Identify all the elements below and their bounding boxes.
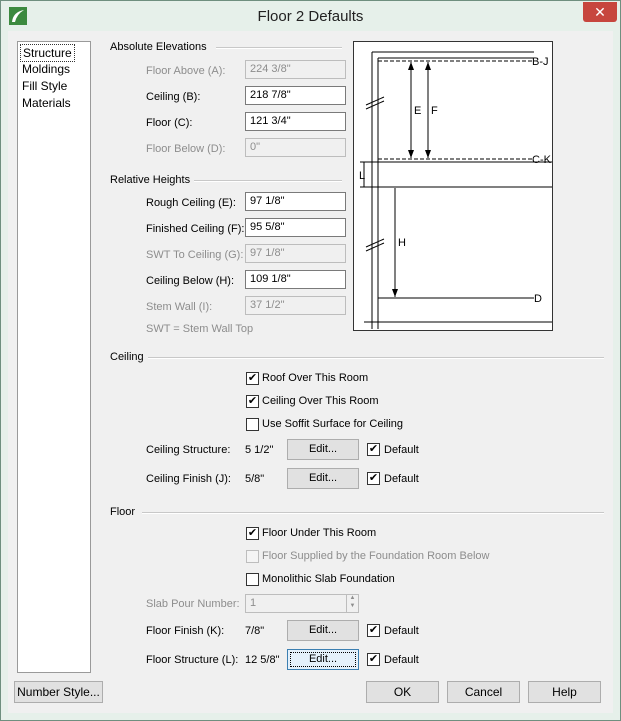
spin-up-icon: ▲ — [349, 595, 356, 601]
ceiling-over-check-icon: ✔ — [247, 395, 258, 407]
nav-item-structure[interactable]: Structure — [20, 44, 75, 62]
floor-structure-label: Floor Structure (L): — [146, 654, 239, 666]
absolute-elevations-heading: Absolute Elevations — [110, 41, 207, 53]
roof-over-label: Roof Over This Room — [262, 372, 369, 384]
diagram-label-bj: B-J — [532, 56, 549, 68]
elevation-diagram-drawing: B-J C-K D E F H L — [359, 51, 552, 329]
ceiling-over-label: Ceiling Over This Room — [262, 395, 379, 407]
close-button[interactable]: ✕ — [583, 2, 617, 22]
floor-structure-value: 12 5/8" — [245, 654, 280, 666]
nav-item-moldings[interactable]: Moldings — [20, 61, 72, 77]
floor-c-field[interactable]: 121 3/4" — [245, 112, 346, 131]
floor-under-checkbox[interactable]: ✔ — [246, 527, 259, 540]
dialog-client-area: Structure Moldings Fill Style Materials … — [8, 31, 613, 713]
floor-under-label: Floor Under This Room — [262, 527, 377, 539]
ceiling-below-label: Ceiling Below (H): — [146, 275, 235, 287]
ceiling-finish-edit-button[interactable]: Edit... — [287, 468, 359, 489]
ceiling-divider — [148, 357, 604, 359]
monolithic-slab-checkbox[interactable] — [246, 573, 259, 586]
diagram-label-l: L — [359, 170, 365, 182]
nav-item-materials[interactable]: Materials — [20, 95, 73, 111]
ceiling-structure-default-label: Default — [384, 444, 419, 456]
relative-heights-divider — [194, 180, 342, 182]
floor-finish-check-icon: ✔ — [368, 624, 379, 636]
ceiling-structure-default-checkbox[interactable]: ✔ — [367, 443, 380, 456]
ceiling-structure-check-icon: ✔ — [368, 443, 379, 455]
slab-pour-spinner: ▲ ▼ — [346, 594, 358, 613]
ceiling-b-label: Ceiling (B): — [146, 91, 201, 103]
finished-ceiling-label: Finished Ceiling (F): — [146, 223, 245, 235]
floor-heading: Floor — [110, 506, 136, 518]
floor-below-label: Floor Below (D): — [146, 143, 226, 155]
floor-finish-default-checkbox[interactable]: ✔ — [367, 624, 380, 637]
diagram-label-f: F — [431, 105, 438, 117]
floor-structure-check-icon: ✔ — [368, 653, 379, 665]
floor-supplied-label: Floor Supplied by the Foundation Room Be… — [262, 550, 490, 562]
swt-to-ceiling-field: 97 1/8" — [245, 244, 346, 263]
number-style-button[interactable]: Number Style... — [14, 681, 103, 703]
floor-finish-edit-button[interactable]: Edit... — [287, 620, 359, 641]
category-list[interactable]: Structure Moldings Fill Style Materials — [17, 41, 91, 673]
soffit-checkbox[interactable] — [246, 418, 259, 431]
floor-under-check-icon: ✔ — [247, 527, 258, 539]
diagram-label-e: E — [414, 105, 421, 117]
slab-pour-label: Slab Pour Number: — [146, 598, 240, 610]
ceiling-finish-default-checkbox[interactable]: ✔ — [367, 472, 380, 485]
ok-button[interactable]: OK — [366, 681, 439, 703]
relative-heights-heading: Relative Heights — [110, 174, 191, 186]
floor-above-field: 224 3/8" — [245, 60, 346, 79]
ceiling-finish-label: Ceiling Finish (J): — [146, 473, 231, 485]
rough-ceiling-field[interactable]: 97 1/8" — [245, 192, 346, 211]
floor-above-label: Floor Above (A): — [146, 65, 226, 77]
floor-structure-default-label: Default — [384, 654, 419, 666]
close-icon: ✕ — [594, 4, 606, 20]
floor-below-field: 0" — [245, 138, 346, 157]
ceiling-finish-value: 5/8" — [245, 473, 265, 485]
ceiling-finish-check-icon: ✔ — [368, 472, 379, 484]
ceiling-b-field[interactable]: 218 7/8" — [245, 86, 346, 105]
ceiling-structure-label: Ceiling Structure: — [146, 444, 231, 456]
monolithic-slab-label: Monolithic Slab Foundation — [262, 573, 395, 585]
soffit-label: Use Soffit Surface for Ceiling — [262, 418, 404, 430]
nav-item-fill-style[interactable]: Fill Style — [20, 78, 69, 94]
slab-pour-value: 1 — [250, 597, 257, 609]
floor-finish-default-label: Default — [384, 625, 419, 637]
ceiling-structure-edit-button[interactable]: Edit... — [287, 439, 359, 460]
diagram-label-ck: C-K — [532, 154, 552, 166]
floor-divider — [142, 512, 604, 514]
swt-to-ceiling-label: SWT To Ceiling (G): — [146, 249, 244, 261]
stem-wall-field: 37 1/2" — [245, 296, 346, 315]
slab-pour-field: 1 ▲ ▼ — [245, 594, 359, 613]
ceiling-over-checkbox[interactable]: ✔ — [246, 395, 259, 408]
cancel-button[interactable]: Cancel — [447, 681, 520, 703]
finished-ceiling-field[interactable]: 95 5/8" — [245, 218, 346, 237]
floor-structure-edit-button[interactable]: Edit... — [287, 649, 359, 670]
dialog-window: Floor 2 Defaults ✕ Structure Moldings Fi… — [0, 0, 621, 721]
floor-finish-value: 7/8" — [245, 625, 265, 637]
floor-structure-default-checkbox[interactable]: ✔ — [367, 653, 380, 666]
absolute-elevations-divider — [216, 47, 342, 49]
diagram-label-d: D — [534, 293, 542, 305]
spin-down-icon: ▼ — [349, 603, 356, 609]
floor-supplied-checkbox — [246, 550, 259, 563]
stem-wall-label: Stem Wall (I): — [146, 301, 213, 313]
ceiling-finish-default-label: Default — [384, 473, 419, 485]
swt-note: SWT = Stem Wall Top — [146, 323, 254, 335]
rough-ceiling-label: Rough Ceiling (E): — [146, 197, 236, 209]
title-bar[interactable]: Floor 2 Defaults ✕ — [1, 1, 620, 31]
window-title: Floor 2 Defaults — [257, 8, 364, 25]
ceiling-below-field[interactable]: 109 1/8" — [245, 270, 346, 289]
ceiling-heading: Ceiling — [110, 351, 144, 363]
diagram-label-h: H — [398, 237, 406, 249]
ceiling-structure-value: 5 1/2" — [245, 444, 274, 456]
help-button[interactable]: Help — [528, 681, 601, 703]
roof-over-checkbox[interactable]: ✔ — [246, 372, 259, 385]
floor-c-label: Floor (C): — [146, 117, 193, 129]
roof-over-check-icon: ✔ — [247, 372, 258, 384]
floor-finish-label: Floor Finish (K): — [146, 625, 225, 637]
elevation-diagram: B-J C-K D E F H L — [353, 41, 553, 331]
